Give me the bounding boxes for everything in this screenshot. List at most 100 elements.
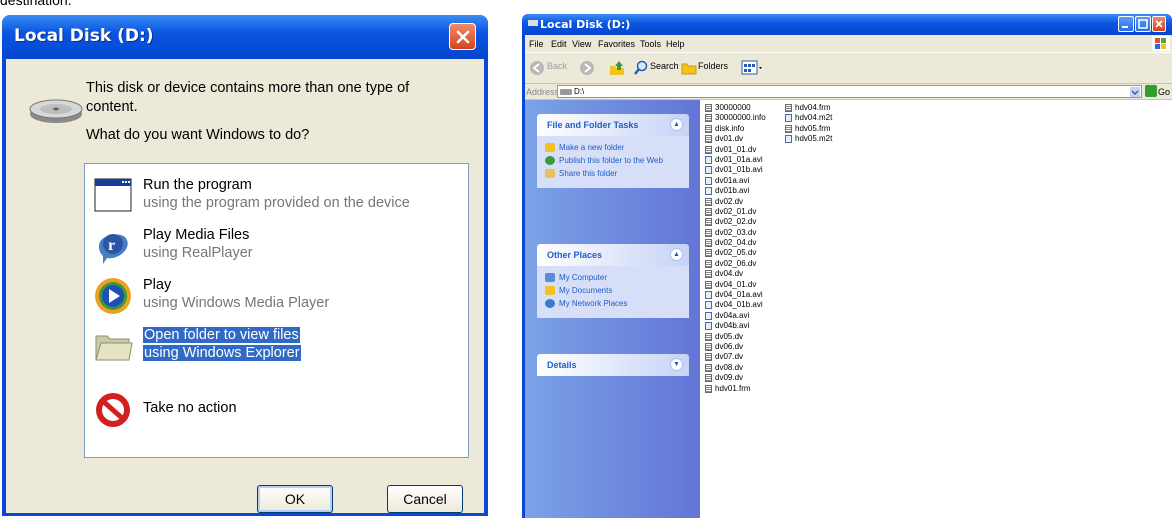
dialog-body: This disk or device contains more than o… [6,59,484,513]
file-name: dv05.dv [715,331,744,341]
file-item[interactable]: 30000000 [705,103,766,113]
panel-header[interactable]: Details ▼ [537,354,689,376]
file-item[interactable]: hdv01.frm [705,384,766,394]
task-share-folder[interactable]: Share this folder [545,169,681,179]
file-icon [705,114,712,123]
go-arrow-icon[interactable] [1145,85,1157,97]
file-item[interactable]: hdv05.frm [785,124,832,134]
task-publish-web[interactable]: Publish this folder to the Web [545,156,681,166]
task-make-new-folder[interactable]: Make a new folder [545,143,681,153]
forward-arrow-icon[interactable] [579,60,595,76]
menu-help[interactable]: Help [666,39,685,49]
file-item[interactable]: hdv04.m2t [785,113,832,123]
option-play[interactable]: Play using Windows Media Player [93,276,463,316]
globe-icon [545,156,555,165]
file-icon [705,280,712,289]
file-icon [705,291,712,300]
file-name: 30000000 [715,103,751,112]
place-my-computer[interactable]: My Computer [545,273,681,283]
file-item[interactable]: dv02_02.dv [705,217,766,227]
back-button[interactable]: Back [547,61,567,71]
up-folder-icon[interactable] [609,60,625,76]
file-item[interactable]: dv02_05.dv [705,248,766,258]
file-item[interactable]: dv02_03.dv [705,228,766,238]
file-icon [705,322,712,331]
file-item[interactable]: hdv04.frm [785,103,832,113]
cancel-button[interactable]: Cancel [387,485,463,513]
option-open-folder[interactable]: Open folder to view files using Windows … [93,326,463,366]
option-run-program[interactable]: Run the program using the program provid… [93,176,463,216]
file-item[interactable]: dv01.dv [705,134,766,144]
file-item[interactable]: 30000000.info [705,113,766,123]
file-name: dv02.dv [715,196,744,206]
collapse-chevron-icon[interactable]: ▲ [670,118,683,131]
dialog-title-bar[interactable]: Local Disk (D:) [2,15,488,59]
file-item[interactable]: disk.info [705,124,766,134]
menu-view[interactable]: View [572,39,591,49]
file-icon [705,207,712,216]
file-item[interactable]: dv06.dv [705,342,766,352]
menu-tools[interactable]: Tools [640,39,661,49]
close-button[interactable] [449,23,476,50]
file-name: dv04_01b.avi [715,300,763,310]
file-item[interactable]: dv04_01a.avi [705,290,766,300]
expand-chevron-icon[interactable]: ▼ [670,358,683,371]
computer-icon [545,273,555,282]
file-item[interactable]: hdv05.m2t [785,134,832,144]
menu-bar: File Edit View Favorites Tools Help [525,35,1172,52]
maximize-icon [1138,19,1148,29]
go-button[interactable]: Go [1158,87,1170,97]
option-play-media-files[interactable]: r Play Media Files using RealPlayer [93,226,463,266]
file-name: dv02_03.dv [715,227,757,237]
file-item[interactable]: dv02.dv [705,197,766,207]
file-item[interactable]: dv01_01b.avi [705,165,766,175]
share-folder-icon [545,169,555,178]
file-item[interactable]: dv01b.avi [705,186,766,196]
file-item[interactable]: dv02_04.dv [705,238,766,248]
file-item[interactable]: dv04_01.dv [705,280,766,290]
network-icon [545,299,555,308]
menu-file[interactable]: File [529,39,544,49]
option-take-no-action[interactable]: Take no action [93,390,463,430]
file-column: 30000000 30000000.info disk.info dv01.dv dv0… [705,103,766,394]
file-item[interactable]: dv04b.avi [705,321,766,331]
file-item[interactable]: dv05.dv [705,332,766,342]
explorer-title-bar[interactable]: Local Disk (D:) [522,14,1172,35]
search-button[interactable]: Search [650,61,679,71]
place-my-network[interactable]: My Network Places [545,299,681,309]
folders-icon[interactable] [681,60,697,76]
chevron-down-icon[interactable] [1130,87,1140,97]
maximize-button[interactable] [1135,16,1151,32]
file-item[interactable]: dv07.dv [705,352,766,362]
panel-header[interactable]: File and Folder Tasks ▲ [537,114,689,136]
views-icon[interactable] [741,59,763,77]
file-name: dv02_02.dv [715,217,757,227]
file-item[interactable]: dv04.dv [705,269,766,279]
search-icon[interactable] [633,60,649,76]
ok-button[interactable]: OK [257,485,333,513]
file-item[interactable]: dv08.dv [705,363,766,373]
file-item[interactable]: dv01_01a.avi [705,155,766,165]
close-button[interactable] [1152,16,1166,32]
back-arrow-icon[interactable] [529,60,545,76]
file-item[interactable]: dv01a.avi [705,176,766,186]
minimize-button[interactable] [1118,16,1134,32]
task-pane: File and Folder Tasks ▲ Make a new folde… [525,100,700,518]
file-item[interactable]: dv04a.avi [705,311,766,321]
file-item[interactable]: dv04_01b.avi [705,300,766,310]
file-item[interactable]: dv01_01.dv [705,145,766,155]
file-icon [785,104,792,112]
file-item[interactable]: dv02_01.dv [705,207,766,217]
menu-edit[interactable]: Edit [551,39,567,49]
file-item[interactable]: dv02_06.dv [705,259,766,269]
address-input[interactable]: D:\ [557,85,1142,98]
menu-favorites[interactable]: Favorites [598,39,635,49]
file-item[interactable]: dv09.dv [705,373,766,383]
file-icon [705,239,712,248]
folders-button[interactable]: Folders [698,61,728,71]
file-name: dv08.dv [715,362,744,372]
collapse-chevron-icon[interactable]: ▲ [670,248,683,261]
place-my-documents[interactable]: My Documents [545,286,681,296]
file-icon [705,135,712,144]
panel-header[interactable]: Other Places ▲ [537,244,689,266]
